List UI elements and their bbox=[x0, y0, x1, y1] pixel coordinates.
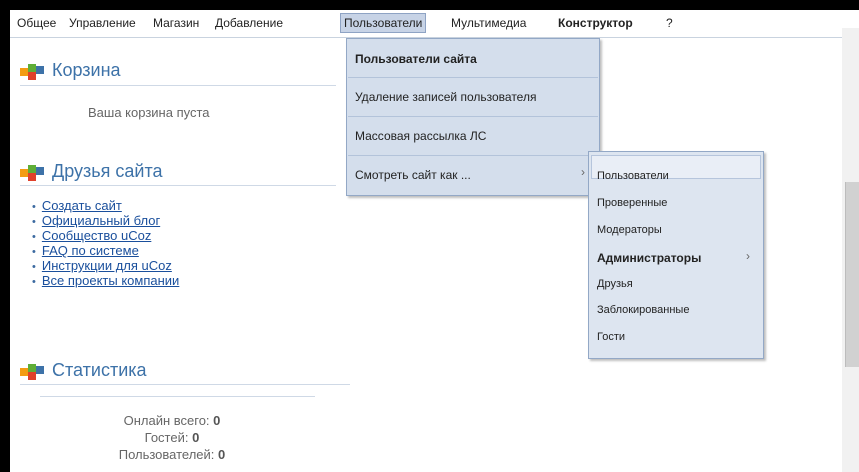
bullet-icon: • bbox=[32, 261, 36, 273]
submenu-arrow-icon: › bbox=[581, 165, 585, 179]
link-instructions[interactable]: Инструкции для uCoz bbox=[42, 258, 172, 273]
menu-multimedia[interactable]: Мультимедиа bbox=[451, 16, 526, 30]
stats-title: Статистика bbox=[52, 360, 147, 380]
menu-item-guests[interactable]: Гости bbox=[597, 331, 625, 343]
divider bbox=[348, 77, 598, 78]
divider bbox=[40, 396, 315, 397]
menu-item-moderators[interactable]: Модераторы bbox=[597, 224, 662, 236]
scrollbar-thumb[interactable] bbox=[845, 182, 859, 367]
menu-item-view-site-as[interactable]: Смотреть сайт как ... bbox=[355, 168, 471, 182]
menu-constructor[interactable]: Конструктор bbox=[558, 16, 633, 30]
cart-empty-text: Ваша корзина пуста bbox=[88, 105, 210, 120]
link-all-projects[interactable]: Все проекты компании bbox=[42, 273, 179, 288]
list-item: • Создать сайт bbox=[32, 198, 179, 213]
bullet-icon: • bbox=[32, 276, 36, 288]
stat-guests-label: Гостей: bbox=[144, 430, 189, 445]
ucoz-logo-icon bbox=[20, 165, 46, 181]
link-faq[interactable]: FAQ по системе bbox=[42, 243, 139, 258]
list-item: • Сообщество uCoz bbox=[32, 228, 179, 243]
stat-users-label: Пользователей: bbox=[118, 447, 215, 462]
list-item: • Официальный блог bbox=[32, 213, 179, 228]
top-menu-bar: Общее Управление Магазин Добавление Поль… bbox=[10, 10, 859, 38]
menu-item-delete-user-records[interactable]: Удаление записей пользователя bbox=[355, 90, 536, 104]
stat-guests: Гостей: 0 bbox=[52, 430, 292, 445]
ucoz-logo-icon bbox=[20, 364, 46, 380]
menu-users[interactable]: Пользователи bbox=[340, 13, 427, 33]
app-window: Общее Управление Магазин Добавление Поль… bbox=[10, 10, 859, 472]
list-item: • FAQ по системе bbox=[32, 243, 179, 258]
list-item: • Инструкции для uCoz bbox=[32, 258, 179, 273]
bullet-icon: • bbox=[32, 231, 36, 243]
link-create-site[interactable]: Создать сайт bbox=[42, 198, 122, 213]
stat-users: Пользователей: 0 bbox=[52, 447, 292, 462]
menu-help[interactable]: ? bbox=[666, 16, 673, 30]
menu-item-verified[interactable]: Проверенные bbox=[597, 197, 667, 209]
bullet-icon: • bbox=[32, 201, 36, 213]
menu-item-site-users[interactable]: Пользователи сайта bbox=[355, 52, 477, 66]
stat-online-value: 0 bbox=[213, 413, 221, 428]
link-official-blog[interactable]: Официальный блог bbox=[42, 213, 160, 228]
divider bbox=[348, 155, 598, 156]
menu-item-mass-mailing[interactable]: Массовая рассылка ЛС bbox=[355, 129, 486, 143]
ucoz-logo-icon bbox=[20, 64, 46, 80]
menu-item-users[interactable]: Пользователи bbox=[597, 170, 669, 182]
bullet-icon: • bbox=[32, 216, 36, 228]
menu-add[interactable]: Добавление bbox=[215, 16, 283, 30]
link-community[interactable]: Сообщество uCoz bbox=[42, 228, 151, 243]
list-item: • Все проекты компании bbox=[32, 273, 179, 288]
stat-guests-value: 0 bbox=[192, 430, 200, 445]
stat-online: Онлайн всего: 0 bbox=[52, 413, 292, 428]
stat-online-label: Онлайн всего: bbox=[123, 413, 210, 428]
cart-title: Корзина bbox=[52, 60, 121, 80]
menu-shop[interactable]: Магазин bbox=[153, 16, 199, 30]
menu-general[interactable]: Общее bbox=[17, 16, 56, 30]
divider bbox=[20, 384, 350, 385]
bullet-icon: • bbox=[32, 246, 36, 258]
users-dropdown-menu: Пользователи сайта Удаление записей поль… bbox=[346, 38, 600, 196]
divider bbox=[20, 85, 336, 86]
friends-title: Друзья сайта bbox=[52, 161, 163, 181]
menu-management[interactable]: Управление bbox=[69, 16, 136, 30]
menu-item-administrators[interactable]: Администраторы bbox=[597, 251, 701, 265]
divider bbox=[348, 116, 598, 117]
menu-item-friends[interactable]: Друзья bbox=[597, 278, 633, 290]
divider bbox=[20, 185, 336, 186]
friends-links-list: • Создать сайт • Официальный блог • Сообщес… bbox=[32, 198, 179, 288]
stat-users-value: 0 bbox=[218, 447, 226, 462]
submenu-arrow-icon: › bbox=[746, 249, 750, 263]
menu-item-blocked[interactable]: Заблокированные bbox=[597, 304, 689, 316]
view-as-submenu: Пользователи Проверенные Модераторы Адми… bbox=[588, 151, 764, 359]
